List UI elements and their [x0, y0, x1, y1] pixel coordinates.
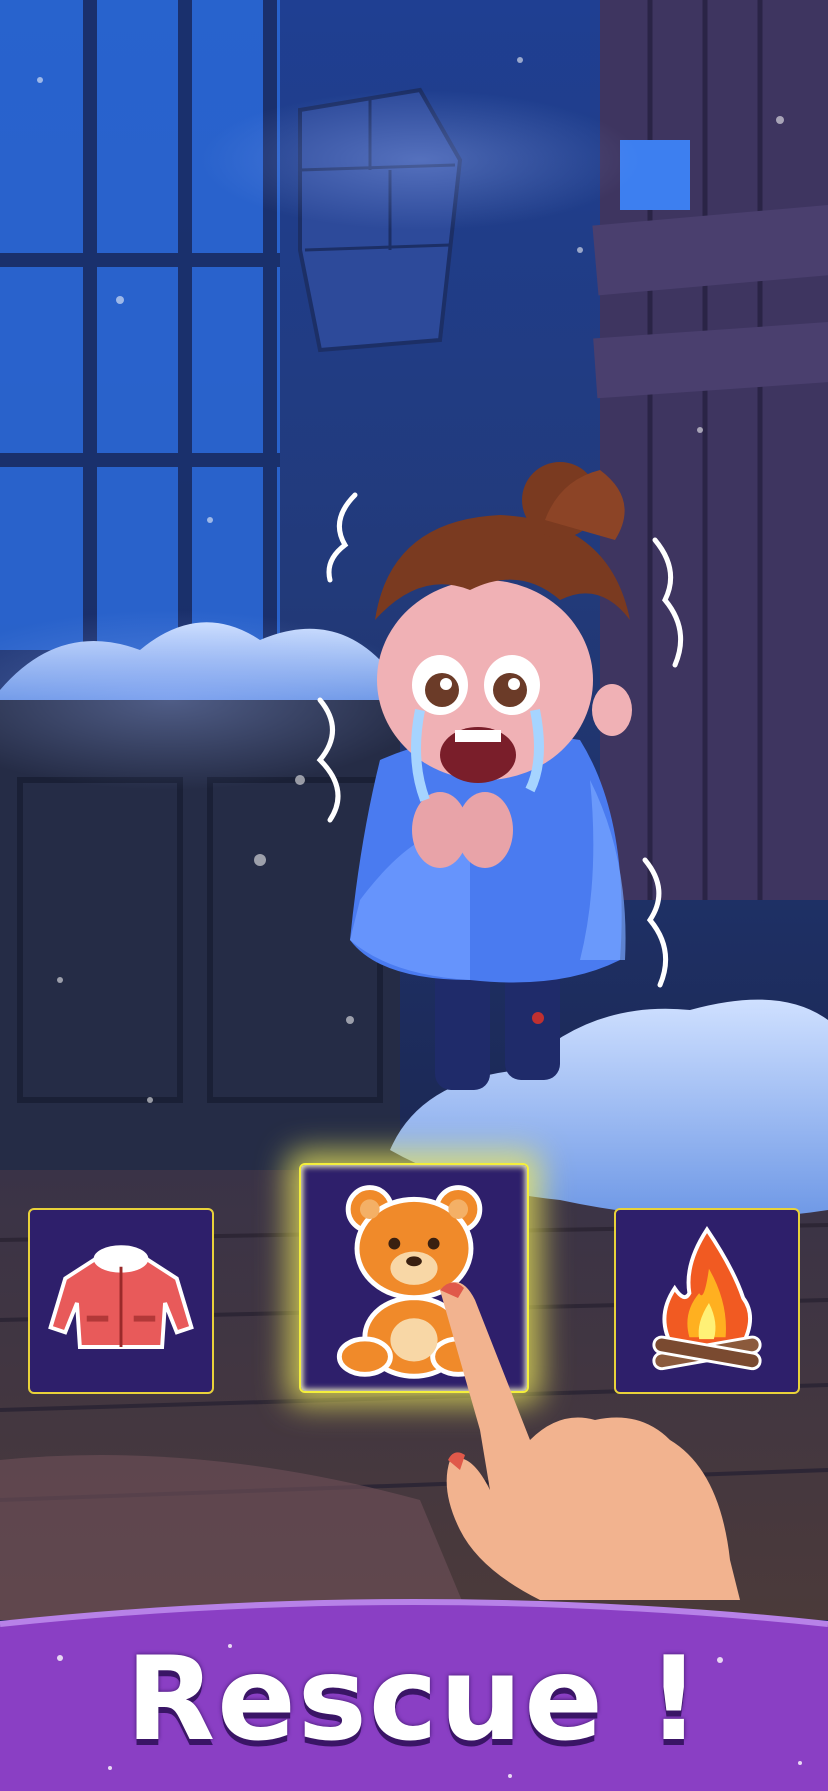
- choice-card-jacket[interactable]: [28, 1208, 214, 1394]
- boarded-door: [592, 0, 828, 900]
- jacket-icon: [48, 1245, 194, 1349]
- banner-title: Rescue !: [125, 1632, 703, 1767]
- campfire-icon: [652, 1226, 762, 1371]
- game-scene-background: [0, 0, 828, 1620]
- window: [0, 0, 280, 650]
- choice-card-campfire[interactable]: [614, 1208, 800, 1394]
- choice-card-teddy-bear[interactable]: [299, 1163, 529, 1393]
- teddy-bear-icon: [336, 1185, 487, 1379]
